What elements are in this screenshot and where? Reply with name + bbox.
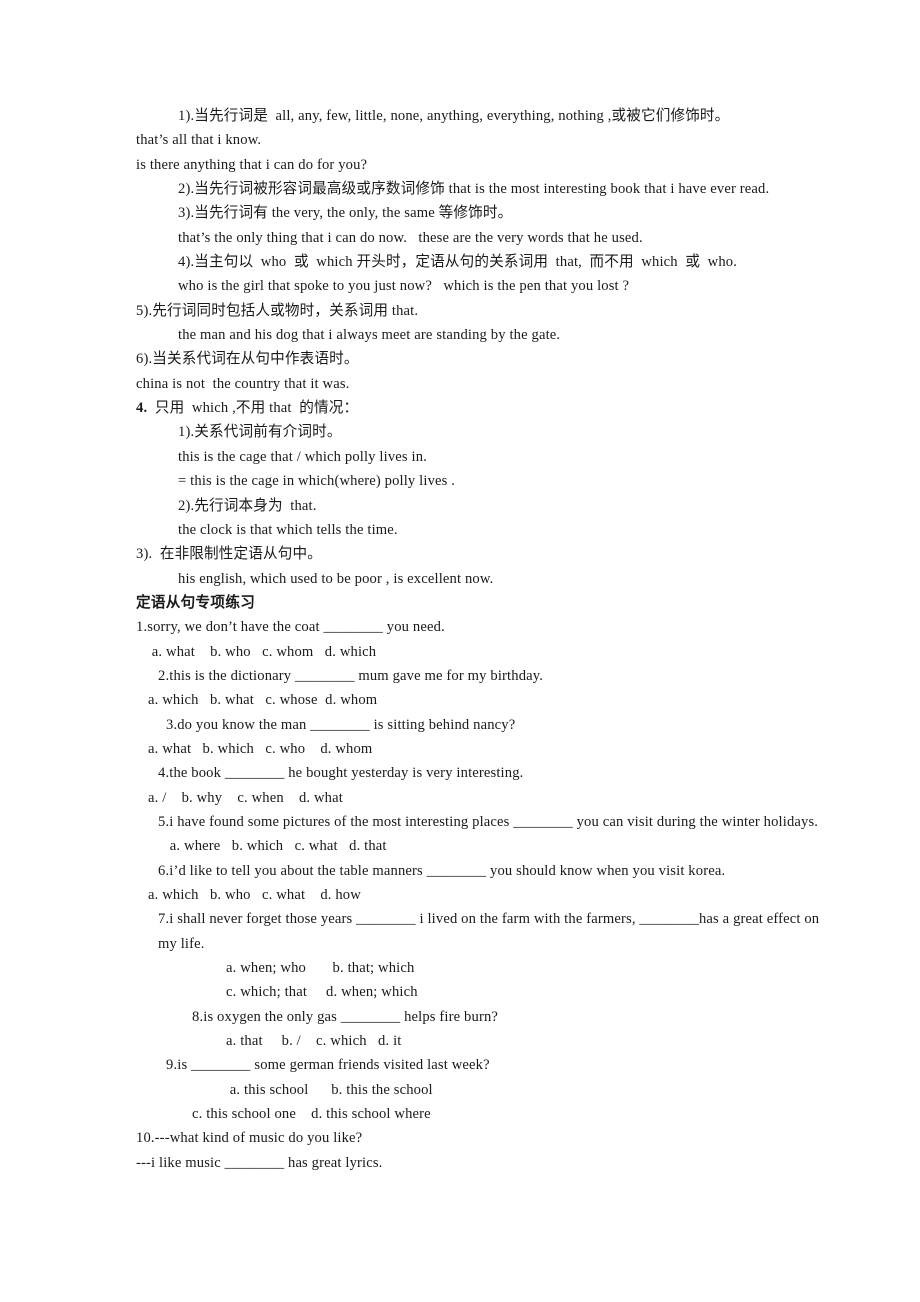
exercise-section: 定语从句专项练习 1.sorry, we don’t have the coat…: [136, 591, 820, 1175]
rule-line: = this is the cage in which(where) polly…: [178, 473, 456, 490]
rule-line: 2).先行词本身为 that.: [178, 497, 317, 514]
exercise-question: 9.is ________ some german friends visite…: [166, 1057, 490, 1074]
note-line: china is not the country that it was.: [136, 375, 350, 392]
exercise-options: a. that b. / c. which d. it: [226, 1033, 402, 1050]
exercise-question: 6.i’d like to tell you about the table m…: [158, 862, 726, 879]
note-line: 2).当先行词被形容词最高级或序数词修饰 that is the most in…: [178, 181, 770, 198]
exercise-heading: 定语从句专项练习: [136, 594, 256, 611]
note-line: that’s the only thing that i can do now.…: [178, 229, 643, 246]
exercise-question: 4.the book ________ he bought yesterday …: [158, 765, 524, 782]
exercise-options: a. / b. why c. when d. what: [148, 789, 343, 806]
notes-section: 1).当先行词是 all, any, few, little, none, an…: [136, 104, 820, 591]
exercise-question: 5.i have found some pictures of the most…: [158, 813, 819, 830]
exercise-options: a. which b. what c. whose d. whom: [148, 692, 378, 709]
note-line: who is the girl that spoke to you just n…: [178, 278, 630, 295]
exercise-options: a. when; who b. that; which: [226, 960, 415, 977]
exercise-options: a. which b. who c. what d. how: [148, 887, 361, 903]
exercise-options: c. which; that d. when; which: [226, 984, 418, 1001]
exercise-options: a. this school b. this the school: [226, 1081, 433, 1098]
exercise-options: a. what b. who c. whom d. which: [148, 643, 377, 660]
note-line: the man and his dog that i always meet a…: [178, 327, 561, 344]
rule-line: his english, which used to be poor , is …: [178, 570, 494, 587]
rule-line: the clock is that which tells the time.: [178, 521, 398, 538]
exercise-question: 3.do you know the man ________ is sittin…: [166, 716, 516, 733]
note-line: 6).当关系代词在从句中作表语时。: [136, 351, 359, 368]
note-line: 4).当主句以 who 或 which 开头时，定语从句的关系词用 that, …: [178, 254, 738, 271]
exercise-options: c. this school one d. this school where: [192, 1106, 431, 1123]
exercise-question: 8.is oxygen the only gas ________ helps …: [192, 1008, 499, 1025]
note-line: 3).当先行词有 the very, the only, the same 等修…: [178, 205, 513, 222]
exercise-options: a. where b. which c. what d. that: [166, 838, 387, 855]
rule-line: this is the cage that / which polly live…: [178, 448, 427, 465]
exercise-question: 2.this is the dictionary ________ mum ga…: [158, 667, 544, 684]
rule-4-number: 4.: [136, 400, 148, 417]
note-line: is there anything that i can do for you?: [136, 156, 368, 173]
exercise-options: a. what b. which c. who d. whom: [148, 740, 373, 757]
document-page: 1).当先行词是 all, any, few, little, none, an…: [0, 0, 920, 1302]
note-line: 5).先行词同时包括人或物时，关系词用 that.: [136, 302, 419, 319]
rule-4-heading: 4. 只用 which ,不用 that 的情况：: [136, 396, 820, 420]
rule-4-text: 只用 which ,不用 that 的情况：: [147, 400, 359, 417]
exercise-question: 1.sorry, we don’t have the coat ________…: [136, 619, 445, 636]
note-line: that’s all that i know.: [136, 132, 262, 149]
rule-line: 1).关系代词前有介词时。: [178, 424, 342, 441]
exercise-question: 10.---what kind of music do you like?: [136, 1130, 363, 1147]
exercise-answer-line: ---i like music ________ has great lyric…: [136, 1154, 383, 1171]
exercise-question: 7.i shall never forget those years _____…: [158, 911, 824, 952]
rule-line: 3). 在非限制性定语从句中。: [136, 546, 322, 563]
note-line: 1).当先行词是 all, any, few, little, none, an…: [178, 108, 730, 124]
